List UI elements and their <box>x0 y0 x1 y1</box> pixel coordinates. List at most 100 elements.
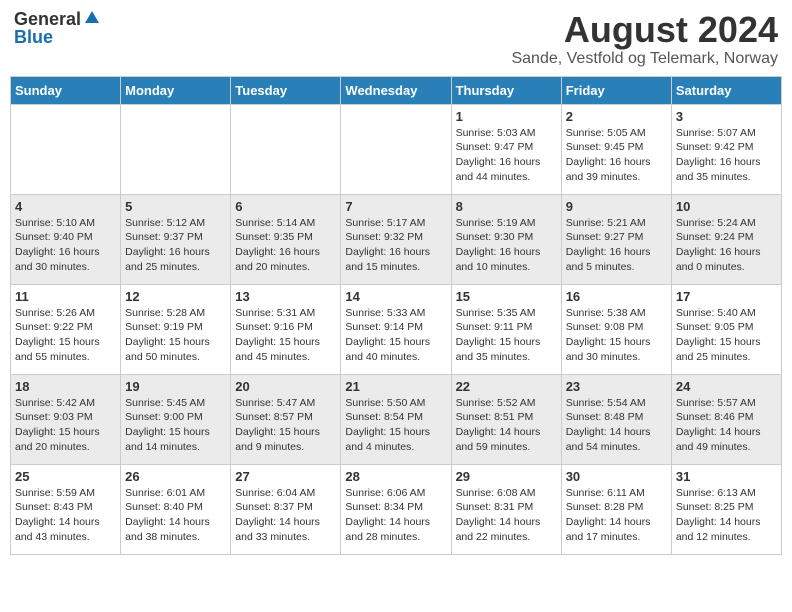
calendar-cell-1-1 <box>11 104 121 194</box>
day-number: 27 <box>235 469 336 484</box>
day-info: Sunrise: 5:57 AMSunset: 8:46 PMDaylight:… <box>676 396 777 455</box>
day-info: Sunrise: 5:07 AMSunset: 9:42 PMDaylight:… <box>676 126 777 185</box>
calendar-cell-3-5: 15Sunrise: 5:35 AMSunset: 9:11 PMDayligh… <box>451 284 561 374</box>
calendar-cell-4-5: 22 Sunrise: 5:52 AMSunset: 8:51 PMDayligh… <box>451 374 561 464</box>
calendar-week-1: 1 Sunrise: 5:03 AMSunset: 9:47 PMDaylight… <box>11 104 782 194</box>
day-number: 3 <box>676 109 777 124</box>
day-info: Sunrise: 6:08 AMSunset: 8:31 PMDaylight:… <box>456 486 557 545</box>
day-info: Sunrise: 5:26 AMSunset: 9:22 PMDaylight:… <box>15 306 116 365</box>
calendar-cell-4-4: 21Sunrise: 5:50 AMSunset: 8:54 PMDayligh… <box>341 374 451 464</box>
calendar-cell-5-2: 26 Sunrise: 6:01 AMSunset: 8:40 PMDayligh… <box>121 464 231 554</box>
day-info: Sunrise: 5:35 AMSunset: 9:11 PMDaylight:… <box>456 306 557 365</box>
day-number: 30 <box>566 469 667 484</box>
calendar-cell-3-1: 11Sunrise: 5:26 AMSunset: 9:22 PMDayligh… <box>11 284 121 374</box>
calendar-cell-3-6: 16Sunrise: 5:38 AMSunset: 9:08 PMDayligh… <box>561 284 671 374</box>
day-info: Sunrise: 5:03 AMSunset: 9:47 PMDaylight:… <box>456 126 557 185</box>
calendar-cell-3-4: 14 Sunrise: 5:33 AMSunset: 9:14 PMDayligh… <box>341 284 451 374</box>
calendar-week-5: 25Sunrise: 5:59 AMSunset: 8:43 PMDayligh… <box>11 464 782 554</box>
day-info: Sunrise: 5:40 AMSunset: 9:05 PMDaylight:… <box>676 306 777 365</box>
logo-icon <box>83 9 101 27</box>
day-number: 7 <box>345 199 446 214</box>
day-info: Sunrise: 5:47 AMSunset: 8:57 PMDaylight:… <box>235 396 336 455</box>
day-number: 12 <box>125 289 226 304</box>
day-info: Sunrise: 5:05 AMSunset: 9:45 PMDaylight:… <box>566 126 667 185</box>
day-number: 18 <box>15 379 116 394</box>
calendar-cell-4-2: 19 Sunrise: 5:45 AMSunset: 9:00 PMDayligh… <box>121 374 231 464</box>
calendar-week-2: 4Sunrise: 5:10 AMSunset: 9:40 PMDaylight… <box>11 194 782 284</box>
calendar-table: SundayMondayTuesdayWednesdayThursdayFrid… <box>10 76 782 555</box>
calendar-cell-1-5: 1 Sunrise: 5:03 AMSunset: 9:47 PMDaylight… <box>451 104 561 194</box>
weekday-header-wednesday: Wednesday <box>341 76 451 104</box>
calendar-cell-2-1: 4Sunrise: 5:10 AMSunset: 9:40 PMDaylight… <box>11 194 121 284</box>
calendar-cell-1-6: 2 Sunrise: 5:05 AMSunset: 9:45 PMDaylight… <box>561 104 671 194</box>
calendar-cell-5-1: 25Sunrise: 5:59 AMSunset: 8:43 PMDayligh… <box>11 464 121 554</box>
title-section: August 2024 Sande, Vestfold og Telemark,… <box>511 10 778 68</box>
day-number: 9 <box>566 199 667 214</box>
day-number: 6 <box>235 199 336 214</box>
day-number: 19 <box>125 379 226 394</box>
day-info: Sunrise: 5:19 AMSunset: 9:30 PMDaylight:… <box>456 216 557 275</box>
day-info: Sunrise: 6:01 AMSunset: 8:40 PMDaylight:… <box>125 486 226 545</box>
calendar-cell-1-3 <box>231 104 341 194</box>
calendar-cell-3-3: 13 Sunrise: 5:31 AMSunset: 9:16 PMDayligh… <box>231 284 341 374</box>
calendar-cell-2-5: 8 Sunrise: 5:19 AMSunset: 9:30 PMDaylight… <box>451 194 561 284</box>
day-number: 22 <box>456 379 557 394</box>
weekday-header-friday: Friday <box>561 76 671 104</box>
calendar-cell-5-5: 29Sunrise: 6:08 AMSunset: 8:31 PMDayligh… <box>451 464 561 554</box>
day-info: Sunrise: 5:10 AMSunset: 9:40 PMDaylight:… <box>15 216 116 275</box>
day-number: 13 <box>235 289 336 304</box>
weekday-header-monday: Monday <box>121 76 231 104</box>
day-info: Sunrise: 5:42 AMSunset: 9:03 PMDaylight:… <box>15 396 116 455</box>
calendar-cell-4-6: 23 Sunrise: 5:54 AMSunset: 8:48 PMDayligh… <box>561 374 671 464</box>
calendar-week-3: 11Sunrise: 5:26 AMSunset: 9:22 PMDayligh… <box>11 284 782 374</box>
calendar-cell-2-3: 6 Sunrise: 5:14 AMSunset: 9:35 PMDaylight… <box>231 194 341 284</box>
day-number: 25 <box>15 469 116 484</box>
calendar-cell-4-3: 20Sunrise: 5:47 AMSunset: 8:57 PMDayligh… <box>231 374 341 464</box>
day-info: Sunrise: 5:14 AMSunset: 9:35 PMDaylight:… <box>235 216 336 275</box>
location-subtitle: Sande, Vestfold og Telemark, Norway <box>511 50 778 68</box>
logo-general-text: General <box>14 10 81 28</box>
calendar-cell-4-1: 18 Sunrise: 5:42 AMSunset: 9:03 PMDayligh… <box>11 374 121 464</box>
weekday-header-row: SundayMondayTuesdayWednesdayThursdayFrid… <box>11 76 782 104</box>
day-info: Sunrise: 5:24 AMSunset: 9:24 PMDaylight:… <box>676 216 777 275</box>
calendar-cell-1-7: 3 Sunrise: 5:07 AMSunset: 9:42 PMDaylight… <box>671 104 781 194</box>
day-info: Sunrise: 5:54 AMSunset: 8:48 PMDaylight:… <box>566 396 667 455</box>
day-info: Sunrise: 6:11 AMSunset: 8:28 PMDaylight:… <box>566 486 667 545</box>
calendar-cell-3-7: 17Sunrise: 5:40 AMSunset: 9:05 PMDayligh… <box>671 284 781 374</box>
calendar-cell-1-2 <box>121 104 231 194</box>
calendar-cell-5-3: 27 Sunrise: 6:04 AMSunset: 8:37 PMDayligh… <box>231 464 341 554</box>
day-info: Sunrise: 5:33 AMSunset: 9:14 PMDaylight:… <box>345 306 446 365</box>
day-number: 1 <box>456 109 557 124</box>
logo-blue-text: Blue <box>14 28 53 46</box>
calendar-cell-3-2: 12Sunrise: 5:28 AMSunset: 9:19 PMDayligh… <box>121 284 231 374</box>
day-info: Sunrise: 6:04 AMSunset: 8:37 PMDaylight:… <box>235 486 336 545</box>
day-info: Sunrise: 5:17 AMSunset: 9:32 PMDaylight:… <box>345 216 446 275</box>
calendar-cell-5-7: 31Sunrise: 6:13 AMSunset: 8:25 PMDayligh… <box>671 464 781 554</box>
day-number: 23 <box>566 379 667 394</box>
day-number: 26 <box>125 469 226 484</box>
day-info: Sunrise: 6:06 AMSunset: 8:34 PMDaylight:… <box>345 486 446 545</box>
day-info: Sunrise: 6:13 AMSunset: 8:25 PMDaylight:… <box>676 486 777 545</box>
page-header: General Blue August 2024 Sande, Vestfold… <box>10 10 782 68</box>
day-info: Sunrise: 5:31 AMSunset: 9:16 PMDaylight:… <box>235 306 336 365</box>
day-info: Sunrise: 5:45 AMSunset: 9:00 PMDaylight:… <box>125 396 226 455</box>
calendar-cell-1-4 <box>341 104 451 194</box>
calendar-week-4: 18 Sunrise: 5:42 AMSunset: 9:03 PMDayligh… <box>11 374 782 464</box>
day-info: Sunrise: 5:21 AMSunset: 9:27 PMDaylight:… <box>566 216 667 275</box>
day-info: Sunrise: 5:50 AMSunset: 8:54 PMDaylight:… <box>345 396 446 455</box>
weekday-header-tuesday: Tuesday <box>231 76 341 104</box>
month-year-title: August 2024 <box>511 10 778 50</box>
day-info: Sunrise: 5:52 AMSunset: 8:51 PMDaylight:… <box>456 396 557 455</box>
calendar-cell-5-6: 30 Sunrise: 6:11 AMSunset: 8:28 PMDayligh… <box>561 464 671 554</box>
logo: General Blue <box>14 10 101 46</box>
day-number: 28 <box>345 469 446 484</box>
day-number: 14 <box>345 289 446 304</box>
day-number: 8 <box>456 199 557 214</box>
day-number: 2 <box>566 109 667 124</box>
calendar-cell-2-7: 10Sunrise: 5:24 AMSunset: 9:24 PMDayligh… <box>671 194 781 284</box>
calendar-cell-5-4: 28 Sunrise: 6:06 AMSunset: 8:34 PMDayligh… <box>341 464 451 554</box>
day-number: 16 <box>566 289 667 304</box>
calendar-cell-4-7: 24 Sunrise: 5:57 AMSunset: 8:46 PMDayligh… <box>671 374 781 464</box>
day-number: 24 <box>676 379 777 394</box>
day-number: 5 <box>125 199 226 214</box>
